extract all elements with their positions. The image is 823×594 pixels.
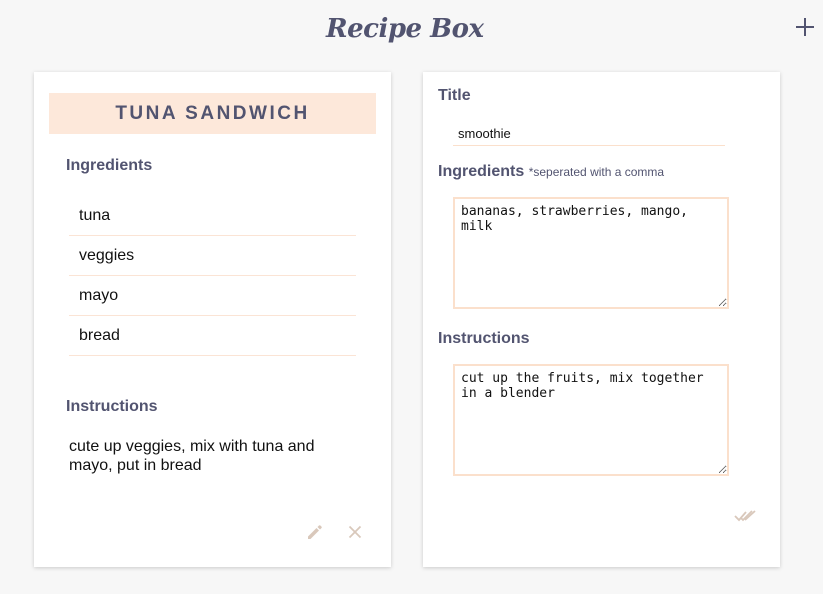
ingredients-hint: *seperated with a comma: [528, 165, 665, 179]
instructions-heading: Instructions: [66, 398, 158, 415]
ingredients-label: Ingredients *seperated with a comma: [438, 163, 664, 181]
pencil-icon: [308, 525, 322, 539]
close-icon: [348, 525, 362, 539]
delete-button[interactable]: [345, 522, 365, 542]
app-header: Recipe Box: [0, 0, 823, 64]
instructions-text: cute up veggies, mix with tuna and mayo,…: [69, 438, 315, 474]
ingredient-item: mayo: [69, 276, 356, 316]
title-input[interactable]: [453, 122, 725, 146]
app-title: Recipe Box: [326, 14, 484, 44]
ingredients-textarea[interactable]: bananas, strawberries, mango, milk: [453, 197, 729, 309]
add-recipe-button[interactable]: [792, 14, 818, 40]
ingredient-item: veggies: [69, 236, 356, 276]
edit-button[interactable]: [305, 522, 325, 542]
instructions-label: Instructions: [438, 330, 530, 347]
plus-icon: [796, 18, 814, 36]
ingredients-heading: Ingredients: [66, 157, 153, 174]
edit-recipe-form: Title Ingredients *seperated with a comm…: [423, 72, 780, 567]
ingredients-list: tuna veggies mayo bread: [69, 196, 356, 356]
title-label: Title: [438, 87, 471, 104]
double-check-icon: [734, 510, 756, 522]
save-button[interactable]: [733, 506, 757, 526]
recipe-title: TUNA SANDWICH: [49, 93, 376, 134]
ingredient-item: bread: [69, 316, 356, 356]
ingredient-item: tuna: [69, 196, 356, 236]
recipe-card: TUNA SANDWICH Ingredients tuna veggies m…: [34, 72, 391, 567]
instructions-textarea[interactable]: cut up the fruits, mix together in a ble…: [453, 364, 729, 476]
ingredients-label-text: Ingredients: [438, 163, 525, 180]
